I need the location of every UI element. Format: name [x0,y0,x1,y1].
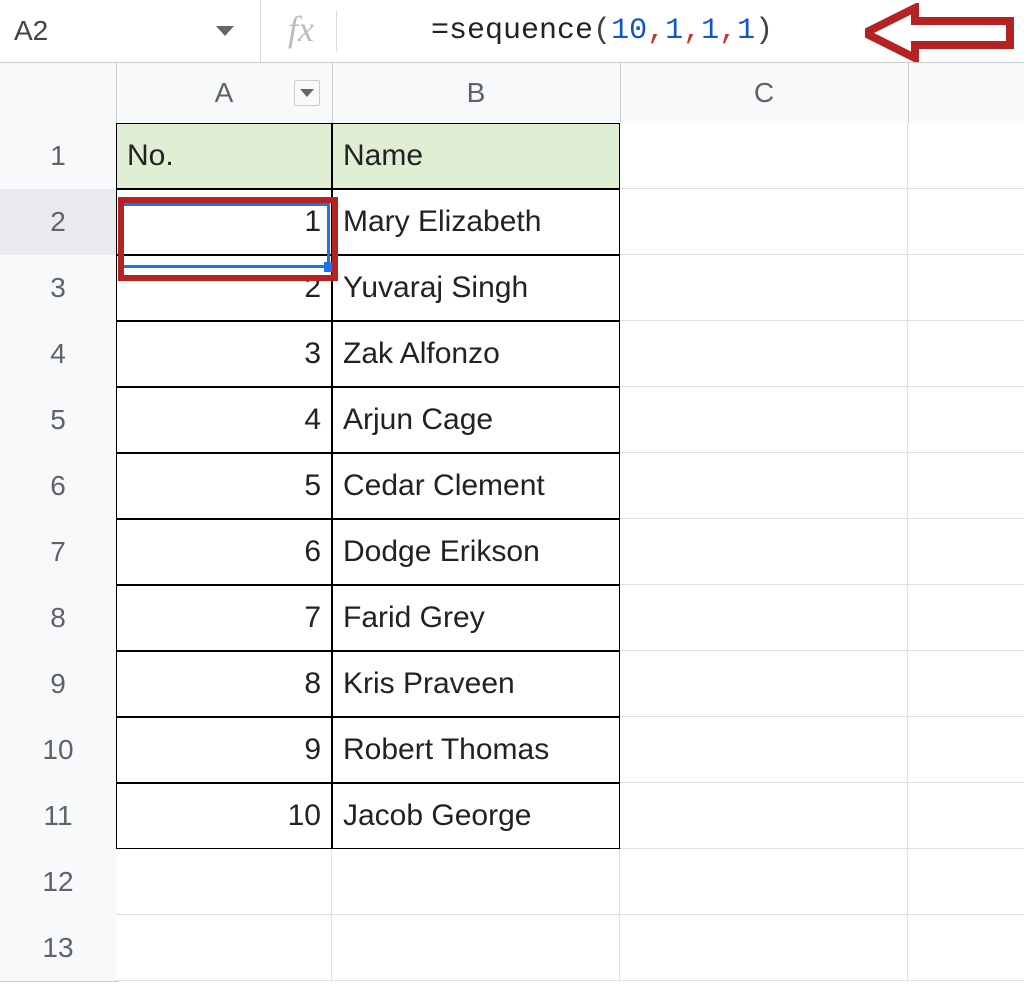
cell-A1[interactable]: No. [116,123,332,189]
row-header-13[interactable]: 13 [0,915,118,982]
row-header-8[interactable]: 8 [0,585,118,652]
cell-D2[interactable] [908,189,1024,255]
cell-C11[interactable] [620,783,908,849]
chevron-down-icon [300,89,314,97]
cell-C5[interactable] [620,387,908,453]
column-header-D[interactable] [908,63,1024,123]
cell-C9[interactable] [620,651,908,717]
cell-D4[interactable] [908,321,1024,387]
row-header-7[interactable]: 7 [0,519,118,586]
formula-arg3: 1 [701,14,719,48]
cell-A2[interactable]: 1 [116,189,332,255]
cell-B10[interactable]: Robert Thomas [332,717,620,783]
cell-B12[interactable] [332,849,620,915]
fx-divider [336,11,337,51]
row-header-9[interactable]: 9 [0,651,118,718]
cell-C2[interactable] [620,189,908,255]
cell-D12[interactable] [908,849,1024,915]
formula-comma1: , [647,14,665,48]
formula-comma2: , [683,14,701,48]
cell-C4[interactable] [620,321,908,387]
column-header-B[interactable]: B [332,63,621,123]
cell-A8[interactable]: 7 [116,585,332,651]
row-header-1[interactable]: 1 [0,123,118,190]
cell-B11[interactable]: Jacob George [332,783,620,849]
formula-bar[interactable]: fx =sequence(10,1,1,1) [260,0,773,62]
cell-A5[interactable]: 4 [116,387,332,453]
formula-comma3: , [719,14,737,48]
cell-D10[interactable] [908,717,1024,783]
row-header-10[interactable]: 10 [0,717,118,784]
name-box-input[interactable] [0,14,216,48]
column-label-C: C [754,77,774,109]
cell-B7[interactable]: Dodge Erikson [332,519,620,585]
cell-C10[interactable] [620,717,908,783]
formula-arg1: 10 [611,14,647,48]
name-box-dropdown-icon[interactable] [216,26,234,36]
cell-D13[interactable] [908,915,1024,981]
row-header-2[interactable]: 2 [0,189,118,256]
fill-handle[interactable] [324,262,334,272]
formula-arg4: 1 [737,14,755,48]
column-header-A[interactable]: A [116,63,333,123]
cell-B13[interactable] [332,915,620,981]
formula-func: sequence [449,14,593,48]
cell-A9[interactable]: 8 [116,651,332,717]
cell-B9[interactable]: Kris Praveen [332,651,620,717]
cell-C8[interactable] [620,585,908,651]
select-all-corner[interactable] [0,63,117,123]
cell-B4[interactable]: Zak Alfonzo [332,321,620,387]
cell-C6[interactable] [620,453,908,519]
row-header-12[interactable]: 12 [0,849,118,916]
cell-C7[interactable] [620,519,908,585]
cell-D5[interactable] [908,387,1024,453]
formula-close-paren: ) [755,14,773,48]
row-header-3[interactable]: 3 [0,255,118,322]
filter-button-A[interactable] [294,80,320,106]
cell-A4[interactable]: 3 [116,321,332,387]
cell-D9[interactable] [908,651,1024,717]
cell-C1[interactable] [620,123,908,189]
formula-equals: = [431,14,449,48]
cell-B5[interactable]: Arjun Cage [332,387,620,453]
cell-B1[interactable]: Name [332,123,620,189]
cell-C12[interactable] [620,849,908,915]
cell-D8[interactable] [908,585,1024,651]
cell-A11[interactable]: 10 [116,783,332,849]
cell-A6[interactable]: 5 [116,453,332,519]
row-header-5[interactable]: 5 [0,387,118,454]
formula-arg2: 1 [665,14,683,48]
cell-A7[interactable]: 6 [116,519,332,585]
cell-A12[interactable] [116,849,332,915]
column-header-strip: A B C [0,63,1024,125]
cell-A13[interactable] [116,915,332,981]
cell-D7[interactable] [908,519,1024,585]
cell-D6[interactable] [908,453,1024,519]
cell-B8[interactable]: Farid Grey [332,585,620,651]
cell-A3[interactable]: 2 [116,255,332,321]
row-header-6[interactable]: 6 [0,453,118,520]
name-box[interactable] [0,0,261,62]
annotation-arrow-icon [865,3,1015,63]
cell-C3[interactable] [620,255,908,321]
cell-A10[interactable]: 9 [116,717,332,783]
fx-icon: fx [260,8,336,54]
cell-B6[interactable]: Cedar Clement [332,453,620,519]
cell-D1[interactable] [908,123,1024,189]
column-label-A: A [215,77,234,109]
row-header-11[interactable]: 11 [0,783,118,850]
cell-C13[interactable] [620,915,908,981]
row-header-4[interactable]: 4 [0,321,118,388]
formula-open-paren: ( [593,14,611,48]
cell-D11[interactable] [908,783,1024,849]
column-label-B: B [467,77,486,109]
cell-B2[interactable]: Mary Elizabeth [332,189,620,255]
cell-D3[interactable] [908,255,1024,321]
cell-B3[interactable]: Yuvaraj Singh [332,255,620,321]
column-header-C[interactable]: C [620,63,909,123]
